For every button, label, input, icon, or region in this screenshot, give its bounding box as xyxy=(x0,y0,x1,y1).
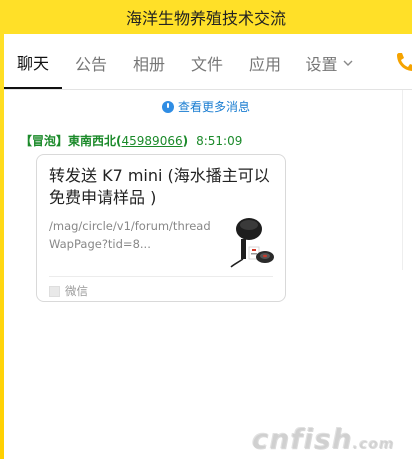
chevron-down-icon xyxy=(343,56,353,70)
sender-tag: 【冒泡】 xyxy=(20,134,69,148)
clock-icon xyxy=(161,100,174,113)
tab-label: 相册 xyxy=(132,55,165,74)
watermark-logo: cnfish.com xyxy=(251,422,394,455)
shared-link-card[interactable]: 转发送 K7 mini (海水播主可以免费申请样品 ) /mag/circle/… xyxy=(36,154,286,302)
wechat-icon xyxy=(49,285,60,297)
watermark-text: cnfish xyxy=(251,422,353,455)
message-sender: 【冒泡】東南西北(45989066) 8:51:09 xyxy=(20,132,242,149)
card-source: 微信 xyxy=(49,283,88,299)
product-thumbnail xyxy=(227,213,275,269)
card-description: /mag/circle/v1/forum/threadWapPage?tid=8… xyxy=(49,219,211,251)
tab-label: 设置 xyxy=(305,55,338,74)
tab-bar: 聊天 公告 相册 文件 应用 设置 xyxy=(4,34,412,90)
tab-label: 应用 xyxy=(248,55,281,74)
window-title: 海洋生物养殖技术交流 xyxy=(125,9,286,28)
tab-chat[interactable]: 聊天 xyxy=(4,45,62,89)
message-time: 8:51:09 xyxy=(196,134,243,148)
tab-apps[interactable]: 应用 xyxy=(236,45,294,89)
card-source-label: 微信 xyxy=(65,284,88,298)
card-divider xyxy=(49,276,273,277)
tab-label: 文件 xyxy=(190,55,223,74)
view-more-messages-link[interactable]: 查看更多消息 xyxy=(0,98,412,115)
tab-label: 公告 xyxy=(74,55,107,74)
sender-name[interactable]: 東南西北( xyxy=(68,134,122,148)
view-more-messages-label: 查看更多消息 xyxy=(177,100,250,114)
card-title: 转发送 K7 mini (海水播主可以免费申请样品 ) xyxy=(49,166,270,207)
window-titlebar: 海洋生物养殖技术交流 xyxy=(0,0,412,34)
phone-call-icon[interactable] xyxy=(394,52,412,76)
tab-album[interactable]: 相册 xyxy=(120,45,178,89)
tab-announcements[interactable]: 公告 xyxy=(62,45,120,89)
tab-settings[interactable]: 设置 xyxy=(294,45,364,89)
sender-qq-link[interactable]: 45989066 xyxy=(122,134,183,148)
tab-files[interactable]: 文件 xyxy=(178,45,236,89)
tab-label: 聊天 xyxy=(16,54,49,73)
sender-paren-close: ) xyxy=(182,134,189,148)
watermark-suffix: .com xyxy=(352,436,394,452)
panel-divider xyxy=(402,90,403,270)
